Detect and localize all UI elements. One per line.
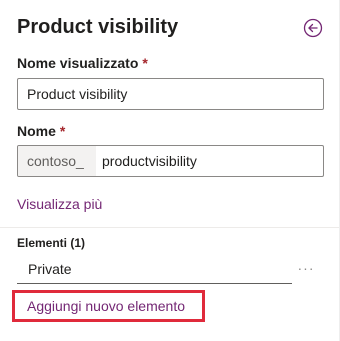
display-name-value: Product visibility (27, 86, 128, 102)
required-marker: * (142, 55, 148, 71)
publisher-prefix: contoso_ (18, 146, 96, 176)
list-item: Private ··· (17, 255, 324, 285)
name-value: productvisibility (102, 153, 197, 169)
circle-arrow-left-icon (303, 18, 323, 43)
ellipsis-icon: ··· (297, 260, 315, 276)
panel-title: Product visibility (17, 16, 179, 38)
add-new-item-label: Aggiungi nuovo elemento (27, 298, 186, 314)
item-name-value: Private (28, 261, 72, 277)
name-input[interactable]: contoso_ productvisibility (17, 145, 324, 177)
add-new-item-button[interactable]: Aggiungi nuovo elemento (12, 290, 205, 322)
item-name-input[interactable]: Private (17, 255, 292, 284)
option-set-panel: Product visibility Nome visualizzato * Pr… (0, 0, 340, 341)
name-label-text: Nome (17, 123, 56, 139)
display-name-label: Nome visualizzato * (17, 54, 148, 72)
show-more-link[interactable]: Visualizza più (17, 195, 102, 213)
back-button[interactable] (303, 18, 323, 43)
item-more-button[interactable]: ··· (295, 258, 317, 278)
required-marker: * (59, 123, 66, 139)
items-section-label: Elementi (1) (17, 236, 86, 250)
display-name-input[interactable]: Product visibility (17, 78, 324, 110)
section-divider (0, 227, 339, 228)
display-name-label-text: Nome visualizzato (17, 55, 139, 71)
name-label: Nome * (17, 122, 65, 140)
